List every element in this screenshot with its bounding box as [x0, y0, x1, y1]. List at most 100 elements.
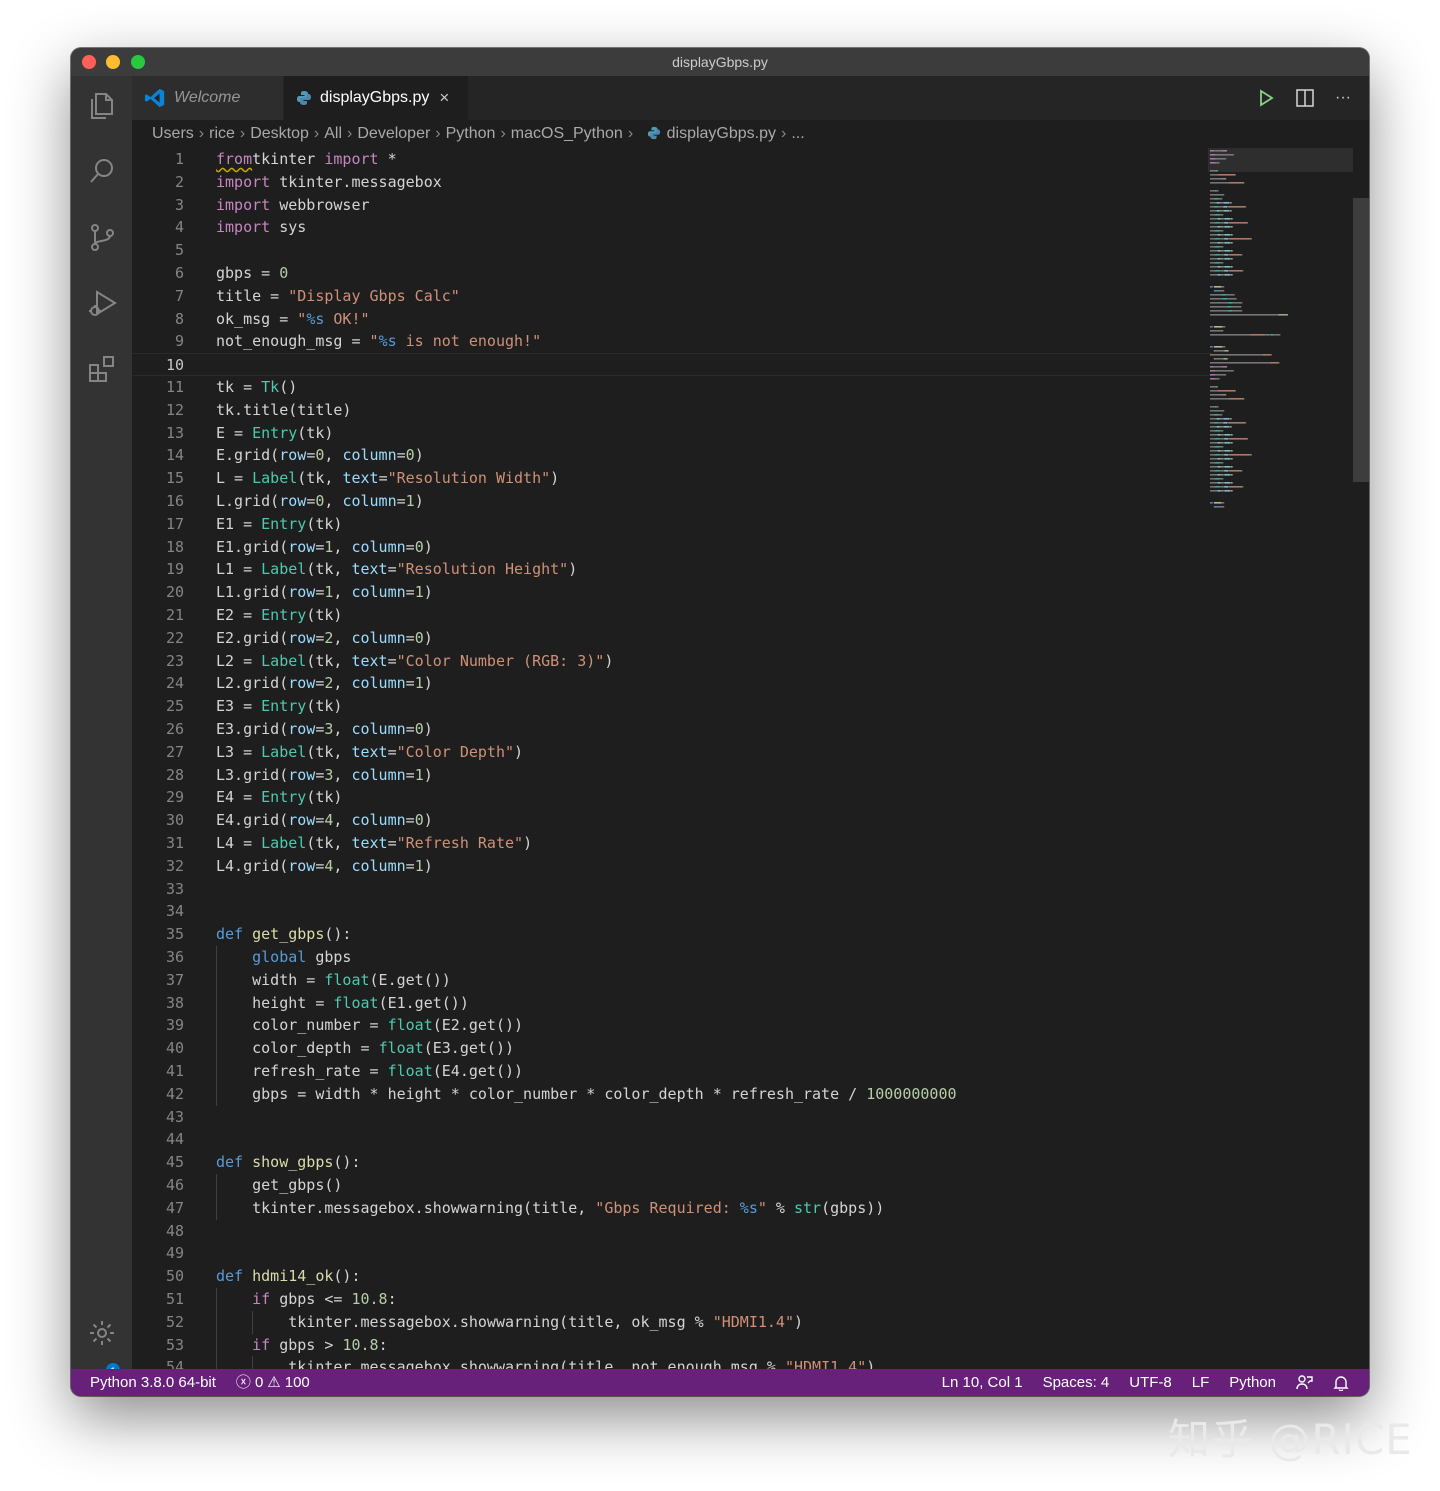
breadcrumb-item[interactable]: rice	[209, 125, 235, 142]
code-line[interactable]: 41 refresh_rate = float(E4.get())	[132, 1060, 1212, 1083]
close-tab-icon[interactable]: ×	[439, 88, 449, 108]
code-line[interactable]: 4 import sys	[132, 216, 1212, 239]
code-line[interactable]: 39 color_number = float(E2.get())	[132, 1014, 1212, 1037]
code-line[interactable]: 13 E = Entry(tk)	[132, 422, 1212, 445]
code-line[interactable]: 5	[132, 239, 1212, 262]
code-line[interactable]: 7 title = "Display Gbps Calc"	[132, 285, 1212, 308]
code-line[interactable]: 33	[132, 878, 1212, 901]
code-line[interactable]: 22 E2.grid(row=2, column=0)	[132, 627, 1212, 650]
explorer-icon[interactable]	[85, 88, 119, 122]
code-text: E4.grid(row=4, column=0)	[216, 809, 433, 832]
minimap-token	[1210, 430, 1215, 432]
minimap-token	[1214, 190, 1217, 192]
breadcrumb-item[interactable]: Python	[446, 125, 496, 142]
code-line[interactable]: 20 L1.grid(row=1, column=1)	[132, 581, 1212, 604]
feedback-icon[interactable]	[1296, 1374, 1313, 1391]
breadcrumb-item[interactable]: macOS_Python	[511, 125, 623, 142]
code-line[interactable]: 2 import tkinter.messagebox	[132, 171, 1212, 194]
minimap-token	[1214, 438, 1220, 440]
code-line[interactable]: 31 L4 = Label(tk, text="Refresh Rate")	[132, 832, 1212, 855]
minimap[interactable]	[1208, 148, 1353, 518]
cursor-position[interactable]: Ln 10, Col 1	[942, 1369, 1023, 1396]
line-number: 44	[165, 1130, 184, 1149]
code-line[interactable]: 25 E3 = Entry(tk)	[132, 695, 1212, 718]
code-line[interactable]: 16 L.grid(row=0, column=1)	[132, 490, 1212, 513]
code-line[interactable]: 14 E.grid(row=0, column=0)	[132, 444, 1212, 467]
code-line[interactable]: 30 E4.grid(row=4, column=0)	[132, 809, 1212, 832]
source-control-icon[interactable]	[85, 220, 119, 254]
close-window-button[interactable]	[82, 55, 96, 69]
end-of-line[interactable]: LF	[1192, 1369, 1210, 1396]
code-line[interactable]: 10	[132, 353, 1212, 376]
gear-icon[interactable]	[85, 1316, 119, 1350]
code-line[interactable]: 44	[132, 1128, 1212, 1151]
scrollbar-thumb[interactable]	[1353, 198, 1369, 482]
breadcrumb-item[interactable]: All	[324, 125, 342, 142]
problems-indicator[interactable]: ⓧ 0 ⚠ 100	[236, 1369, 310, 1396]
code-line[interactable]: 38 height = float(E1.get())	[132, 992, 1212, 1015]
code-line[interactable]: 17 E1 = Entry(tk)	[132, 513, 1212, 536]
language-mode[interactable]: Python	[1229, 1369, 1276, 1396]
extensions-icon[interactable]	[85, 352, 119, 386]
breadcrumb-item[interactable]: Users	[152, 125, 194, 142]
code-line[interactable]: 50 def hdmi14_ok():	[132, 1265, 1212, 1288]
code-line[interactable]: 49	[132, 1242, 1212, 1265]
code-line[interactable]: 23 L2 = Label(tk, text="Color Number (RGB…	[132, 650, 1212, 673]
code-line[interactable]: 9 not_enough_msg = "%s is not enough!"	[132, 330, 1212, 353]
code-token: row	[288, 811, 316, 830]
code-line[interactable]: 35 def get_gbps():	[132, 923, 1212, 946]
code-line[interactable]: 3 import webbrowser	[132, 194, 1212, 217]
code-line[interactable]: 42 gbps = width * height * color_number …	[132, 1083, 1212, 1106]
code-line[interactable]: 24 L2.grid(row=2, column=1)	[132, 672, 1212, 695]
code-line[interactable]: 27 L3 = Label(tk, text="Color Depth")	[132, 741, 1212, 764]
code-line[interactable]: 37 width = float(E.get())	[132, 969, 1212, 992]
code-line[interactable]: 19 L1 = Label(tk, text="Resolution Height…	[132, 558, 1212, 581]
code-line[interactable]: 1 fromtkinter import *	[132, 148, 1212, 171]
split-editor-icon[interactable]	[1295, 88, 1315, 108]
run-icon[interactable]	[1257, 89, 1275, 107]
code-line[interactable]: 32 L4.grid(row=4, column=1)	[132, 855, 1212, 878]
code-line[interactable]: 28 L3.grid(row=3, column=1)	[132, 764, 1212, 787]
minimize-window-button[interactable]	[106, 55, 120, 69]
code-line[interactable]: 47 tkinter.messagebox.showwarning(title,…	[132, 1197, 1212, 1220]
encoding[interactable]: UTF-8	[1129, 1369, 1172, 1396]
code-line[interactable]: 46 get_gbps()	[132, 1174, 1212, 1197]
code-line[interactable]: 12 tk.title(title)	[132, 399, 1212, 422]
indentation[interactable]: Spaces: 4	[1043, 1369, 1110, 1396]
tab-displaygbps[interactable]: displayGbps.py ×	[284, 76, 468, 120]
notifications-bell-icon[interactable]	[1333, 1375, 1349, 1391]
breadcrumb-symbols[interactable]: ...	[791, 125, 804, 142]
zoom-window-button[interactable]	[131, 55, 145, 69]
code-line[interactable]: 8 ok_msg = "%s OK!"	[132, 308, 1212, 331]
minimap-viewport[interactable]	[1208, 148, 1353, 172]
code-line[interactable]: 18 E1.grid(row=1, column=0)	[132, 536, 1212, 559]
python-interpreter[interactable]: Python 3.8.0 64-bit	[90, 1369, 216, 1396]
code-line[interactable]: 51 if gbps <= 10.8:	[132, 1288, 1212, 1311]
minimap-token	[1219, 290, 1225, 292]
more-actions-icon[interactable]: ···	[1335, 89, 1351, 107]
code-line[interactable]: 36 global gbps	[132, 946, 1212, 969]
code-line[interactable]: 40 color_depth = float(E3.get())	[132, 1037, 1212, 1060]
breadcrumb-item[interactable]: Desktop	[250, 125, 309, 142]
breadcrumb-item[interactable]: Developer	[357, 125, 430, 142]
search-icon[interactable]	[85, 154, 119, 188]
tab-welcome[interactable]: Welcome	[132, 76, 283, 120]
code-line[interactable]: 53 if gbps > 10.8:	[132, 1334, 1212, 1357]
code-line[interactable]: 21 E2 = Entry(tk)	[132, 604, 1212, 627]
code-line[interactable]: 34	[132, 900, 1212, 923]
code-line[interactable]: 6 gbps = 0	[132, 262, 1212, 285]
code-line[interactable]: 52 tkinter.messagebox.showwarning(title,…	[132, 1311, 1212, 1334]
code-line[interactable]: 29 E4 = Entry(tk)	[132, 786, 1212, 809]
minimap-token	[1214, 486, 1220, 488]
code-line[interactable]: 11 tk = Tk()	[132, 376, 1212, 399]
code-line[interactable]: 26 E3.grid(row=3, column=0)	[132, 718, 1212, 741]
code-line[interactable]: 43	[132, 1106, 1212, 1129]
run-debug-icon[interactable]	[85, 286, 119, 320]
breadcrumb-file[interactable]: displayGbps.py	[667, 125, 776, 142]
code-editor[interactable]: 1 fromtkinter import * 2 import tkinter.mes…	[132, 148, 1369, 1369]
code-line[interactable]: 45 def show_gbps():	[132, 1151, 1212, 1174]
code-line[interactable]: 54 tkinter.messagebox.showwarning(title,…	[132, 1356, 1212, 1369]
code-line[interactable]: 48	[132, 1220, 1212, 1243]
code-line[interactable]: 15 L = Label(tk, text="Resolution Width")	[132, 467, 1212, 490]
minimap-token	[1219, 262, 1224, 264]
